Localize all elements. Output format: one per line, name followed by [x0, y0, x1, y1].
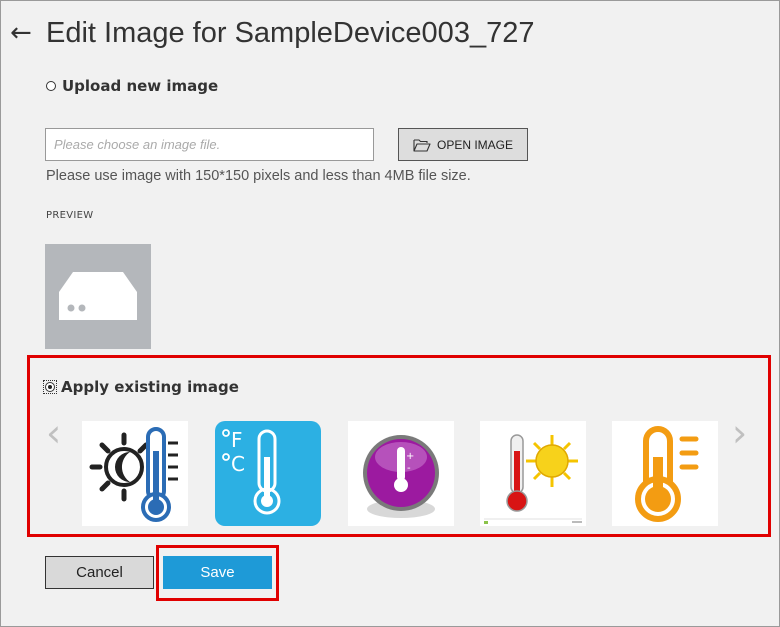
thumbnail-purple-thermometer[interactable]: + -: [348, 421, 454, 526]
cancel-button[interactable]: Cancel: [45, 556, 154, 589]
upload-radio[interactable]: [46, 81, 56, 91]
open-image-label: OPEN IMAGE: [436, 137, 513, 152]
svg-text:F: F: [231, 428, 243, 452]
purple-thermometer-button-icon: + -: [363, 435, 439, 518]
svg-text:+: +: [406, 451, 414, 462]
svg-text:-: -: [407, 463, 411, 474]
thumbnail-sun-thermometer[interactable]: [82, 421, 188, 526]
existing-radio[interactable]: [45, 382, 55, 392]
preview-label: PREVIEW: [46, 210, 94, 221]
apply-existing-image-option[interactable]: Apply existing image: [43, 378, 239, 396]
server-box-icon: [59, 272, 137, 320]
carousel-prev-button[interactable]: ‹: [46, 414, 61, 452]
save-button[interactable]: Save: [163, 556, 272, 589]
back-arrow-icon[interactable]: ←: [10, 18, 32, 48]
page-title: Edit Image for SampleDevice003_727: [46, 17, 535, 49]
upload-new-image-option[interactable]: Upload new image: [46, 77, 218, 95]
fahrenheit-celsius-thermometer-icon: F C: [215, 421, 321, 526]
thumbnail-fahrenheit-celsius-thermometer[interactable]: F C: [215, 421, 321, 526]
upload-hint: Please use image with 150*150 pixels and…: [46, 168, 471, 184]
thumbnail-sun-red-thermometer[interactable]: [480, 421, 586, 526]
svg-text:C: C: [231, 452, 245, 476]
open-image-button[interactable]: OPEN IMAGE: [398, 128, 528, 161]
sun-thermometer-icon: [89, 427, 178, 522]
sun-red-thermometer-icon: [484, 434, 582, 524]
existing-radio-label: Apply existing image: [61, 378, 239, 396]
file-path-input[interactable]: [45, 128, 374, 161]
folder-open-icon: [413, 138, 431, 152]
orange-thermometer-icon: [635, 426, 699, 522]
thumbnail-orange-thermometer[interactable]: [612, 421, 718, 526]
upload-radio-label: Upload new image: [62, 77, 219, 95]
carousel-next-button[interactable]: ›: [732, 414, 747, 452]
preview-image: [45, 244, 151, 349]
